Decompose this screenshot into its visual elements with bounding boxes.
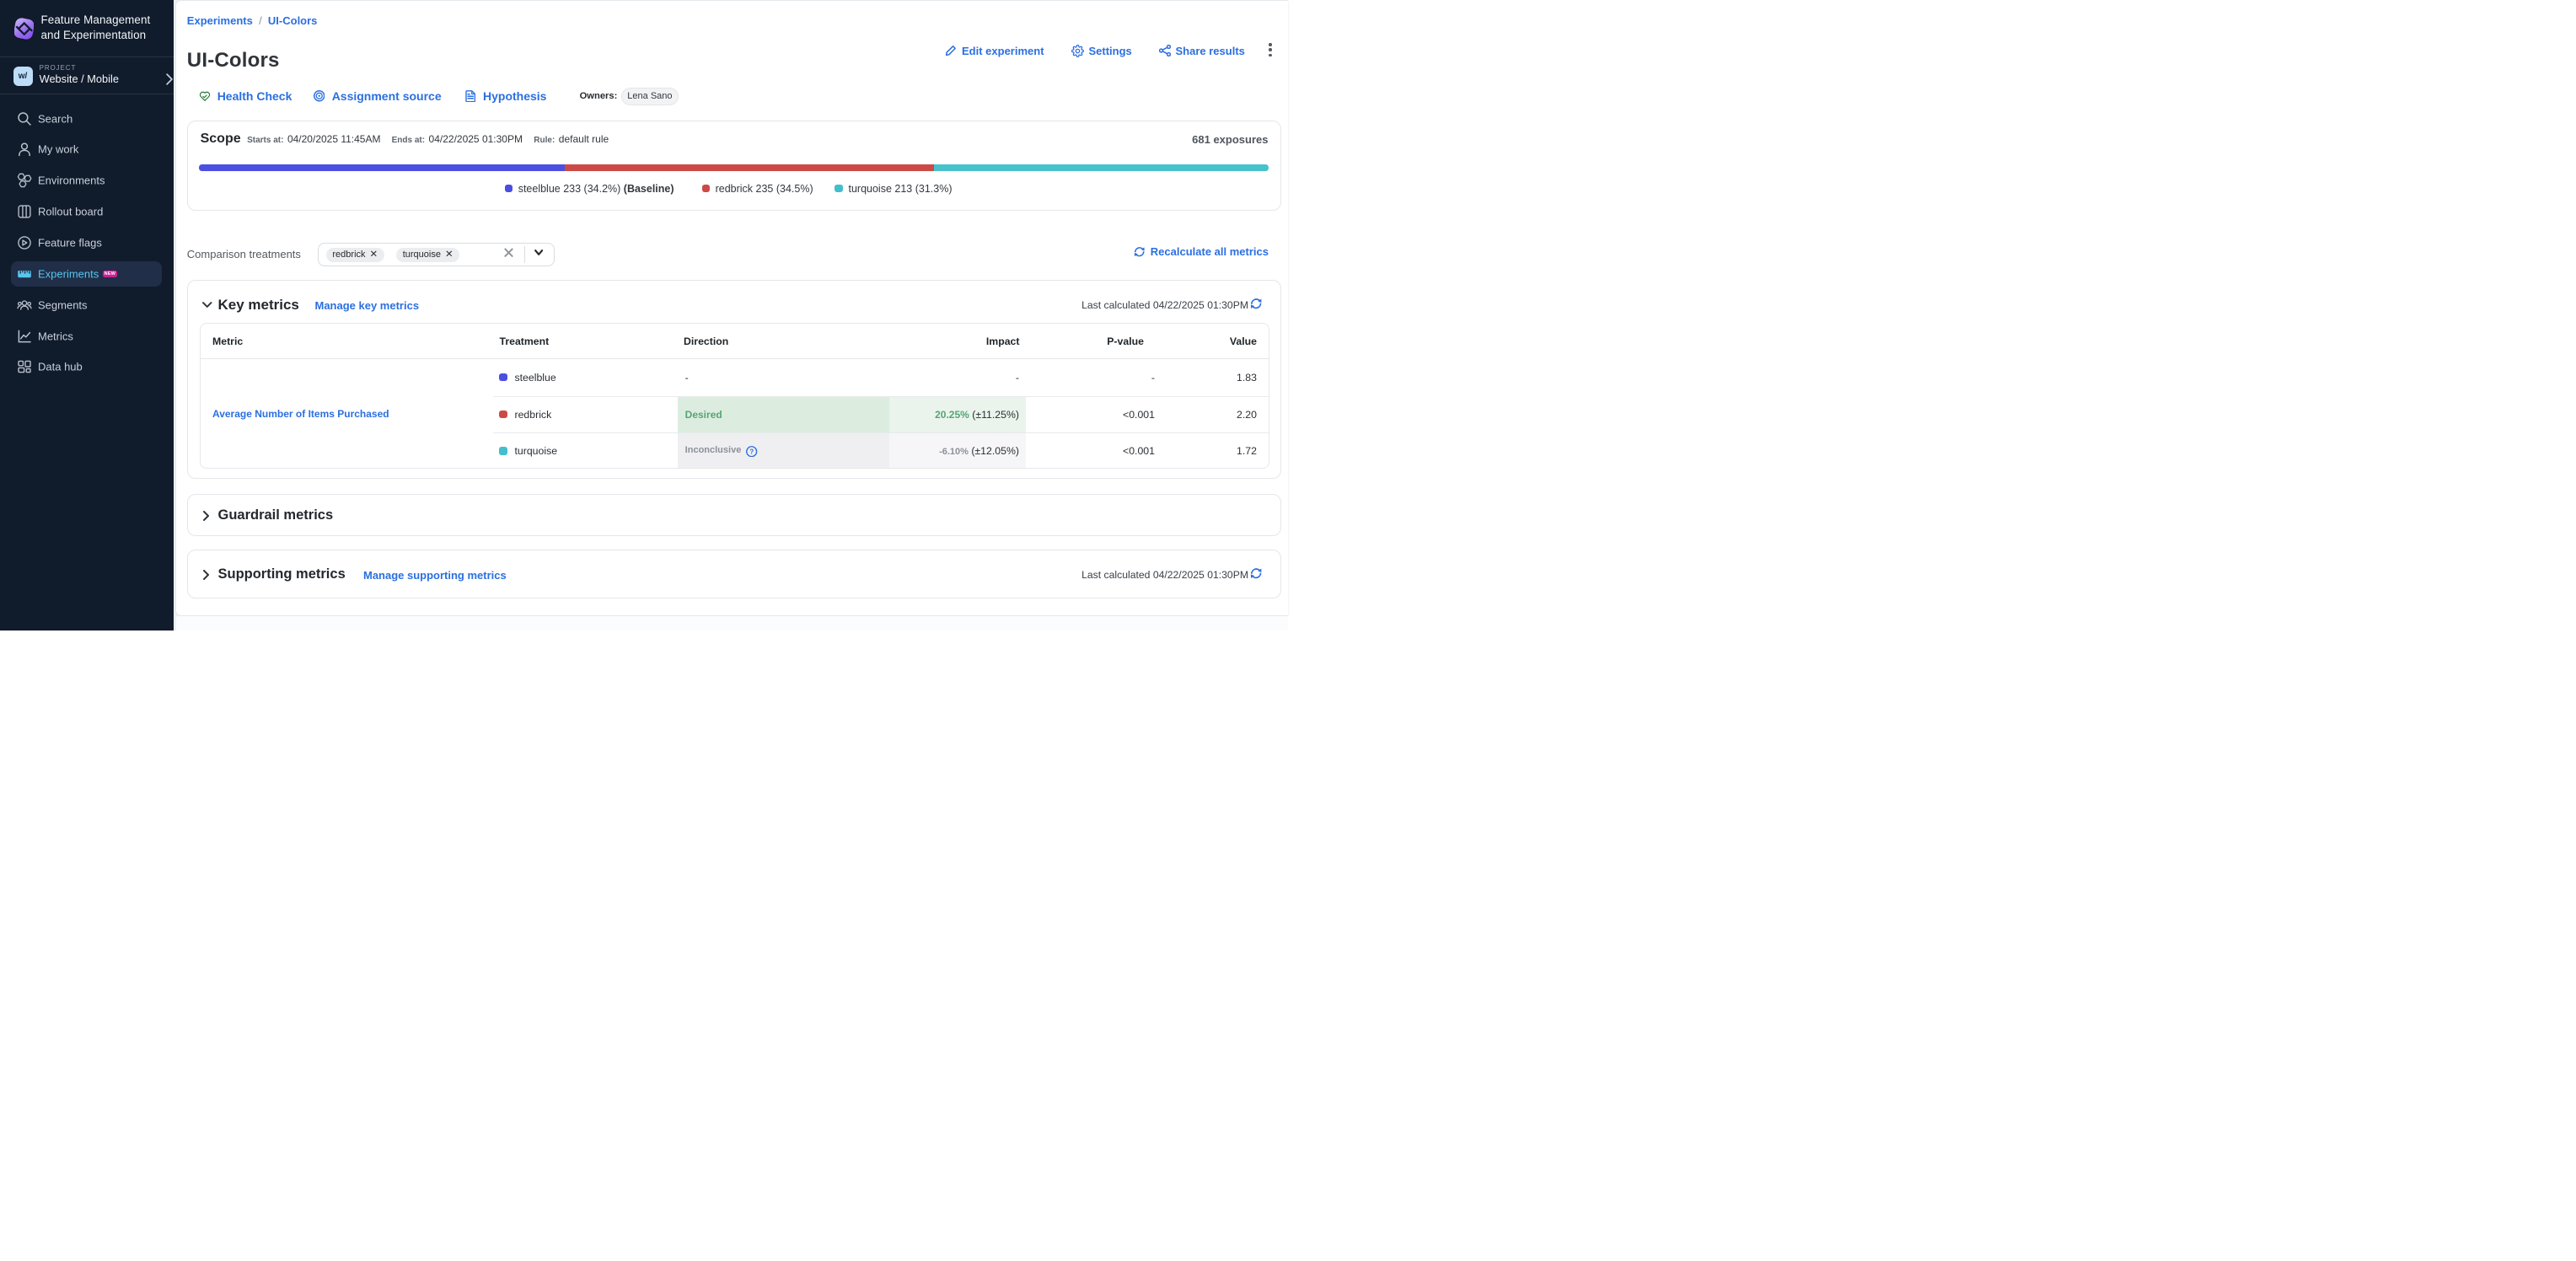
svg-text:?: ? [749, 448, 754, 455]
